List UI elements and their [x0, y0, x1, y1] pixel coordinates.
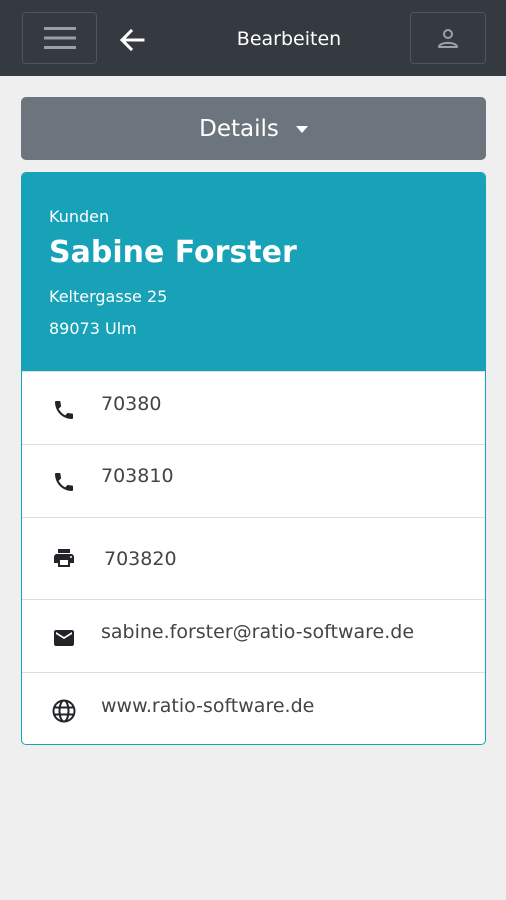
- customer-street: Keltergasse 25: [49, 287, 168, 306]
- customer-city: 89073 Ulm: [49, 319, 137, 338]
- customer-name: Sabine Forster: [49, 235, 297, 270]
- user-icon: [438, 29, 458, 48]
- user-button[interactable]: [410, 12, 486, 64]
- customer-category: Kunden: [49, 207, 110, 226]
- details-dropdown-button[interactable]: Details: [21, 97, 486, 160]
- contact-row-phone[interactable]: 70380: [22, 371, 485, 444]
- fax-icon: [50, 544, 78, 572]
- phone-icon: [50, 468, 78, 496]
- contact-row-phone-2[interactable]: 703810: [22, 444, 485, 517]
- phone-number: 703810: [101, 465, 174, 487]
- contact-row-email[interactable]: sabine.forster@ratio-software.de: [22, 599, 485, 672]
- email-icon: [50, 624, 78, 652]
- globe-icon: [50, 697, 78, 725]
- email-address: sabine.forster@ratio-software.de: [101, 621, 415, 643]
- contact-row-website[interactable]: www.ratio-software.de: [22, 672, 485, 744]
- customer-card: Kunden Sabine Forster Keltergasse 25 890…: [21, 172, 486, 745]
- caret-down-icon: [295, 126, 308, 133]
- top-navbar: Bearbeiten: [0, 0, 506, 76]
- fax-number: 703820: [104, 548, 177, 570]
- phone-icon: [50, 396, 78, 424]
- customer-card-header: Kunden Sabine Forster Keltergasse 25 890…: [22, 173, 485, 371]
- website-url: www.ratio-software.de: [101, 695, 315, 717]
- details-label: Details: [199, 115, 279, 142]
- contact-row-fax[interactable]: 703820: [22, 517, 485, 599]
- phone-number: 70380: [101, 393, 162, 415]
